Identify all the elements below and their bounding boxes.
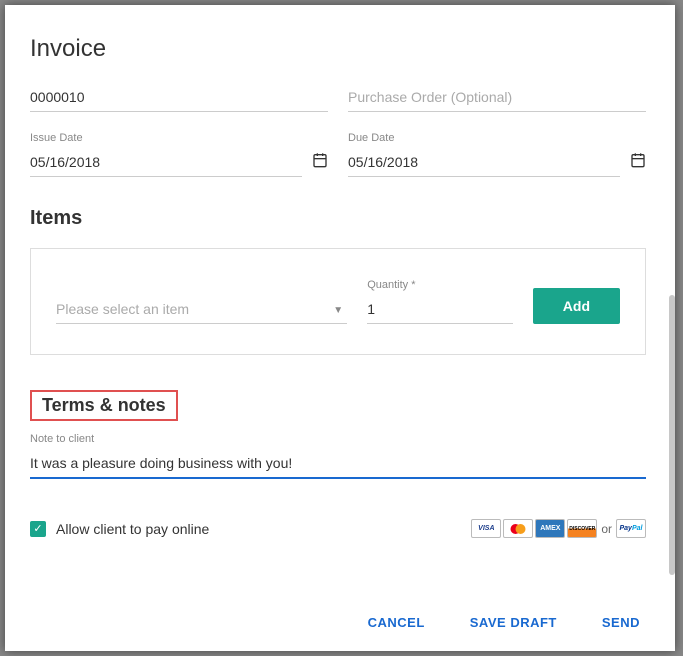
paypal-card-icon: PayPal xyxy=(616,519,646,538)
or-text: or xyxy=(601,522,612,536)
invoice-number-input[interactable] xyxy=(30,83,328,112)
save-draft-button[interactable]: SAVE DRAFT xyxy=(470,615,557,630)
cancel-button[interactable]: CANCEL xyxy=(368,615,425,630)
invoice-modal: Invoice Issue Date xyxy=(5,5,675,651)
due-date-input[interactable] xyxy=(348,148,620,177)
issue-date-input[interactable] xyxy=(30,148,302,177)
dialog-footer: CANCEL SAVE DRAFT SEND xyxy=(5,593,675,651)
issue-date-label: Issue Date xyxy=(30,132,328,144)
calendar-icon[interactable] xyxy=(630,152,646,177)
allow-online-checkbox[interactable]: ✓ xyxy=(30,521,46,537)
visa-card-icon: VISA xyxy=(471,519,501,538)
page-title: Invoice xyxy=(30,35,646,63)
items-heading: Items xyxy=(30,207,646,230)
quantity-label: Quantity * xyxy=(367,279,513,291)
terms-heading: Terms & notes xyxy=(42,395,166,416)
items-box: Please select an item ▼ Quantity * Add xyxy=(30,248,646,355)
discover-card-icon: DISCOVER xyxy=(567,519,597,538)
note-input[interactable] xyxy=(30,449,646,479)
payment-cards: VISA AMEX DISCOVER or PayPal xyxy=(471,519,646,538)
allow-online-label: Allow client to pay online xyxy=(56,521,209,537)
add-button[interactable]: Add xyxy=(533,288,620,324)
item-select[interactable]: Please select an item ▼ xyxy=(56,295,347,324)
scrollbar[interactable] xyxy=(669,295,675,575)
note-label: Note to client xyxy=(30,433,646,445)
calendar-icon[interactable] xyxy=(312,152,328,177)
amex-card-icon: AMEX xyxy=(535,519,565,538)
purchase-order-input[interactable] xyxy=(348,83,646,112)
due-date-label: Due Date xyxy=(348,132,646,144)
quantity-input[interactable] xyxy=(367,295,513,324)
terms-heading-highlight: Terms & notes xyxy=(30,390,178,421)
mastercard-icon xyxy=(503,519,533,538)
send-button[interactable]: SEND xyxy=(602,615,640,630)
